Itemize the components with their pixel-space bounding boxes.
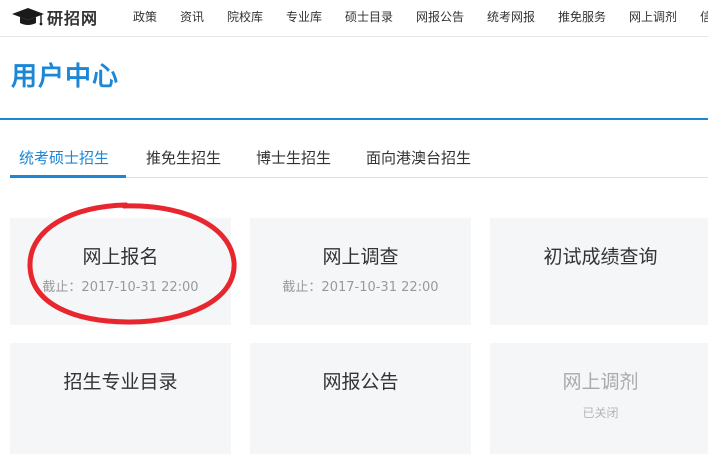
active-tab-indicator [10, 175, 126, 178]
nav-item-online-adjustment[interactable]: 网上调剂 [629, 9, 677, 25]
card-score-query[interactable]: 初试成绩查询 [490, 218, 708, 325]
site-name: 研招网 [47, 9, 99, 28]
card-title: 初试成绩查询 [543, 246, 658, 268]
tab-unified-master[interactable]: 统考硕士招生 [19, 148, 109, 168]
nav-item-master-catalog[interactable]: 硕士目录 [345, 9, 393, 25]
nav-item-unified-exam-registration[interactable]: 统考网报 [487, 9, 535, 25]
nav-item-news[interactable]: 资讯 [180, 9, 204, 25]
tab-hk-macao-taiwan[interactable]: 面向港澳台招生 [366, 148, 471, 168]
card-title: 网上调剂 [562, 371, 639, 393]
card-title: 网上报名 [82, 246, 159, 268]
card-deadline: 截止：2017-10-31 22:00 [282, 280, 439, 295]
nav-item-policy[interactable]: 政策 [133, 9, 157, 25]
card-deadline: 截止：2017-10-31 22:00 [42, 280, 199, 295]
card-online-registration[interactable]: 网上报名 截止：2017-10-31 22:00 [10, 218, 231, 325]
card-status: 已关闭 [582, 406, 619, 420]
tab-recommended[interactable]: 推免生招生 [146, 148, 221, 168]
nav-item-recommendation-service[interactable]: 推免服务 [558, 9, 606, 25]
title-divider [0, 118, 708, 120]
graduation-cap-icon [12, 8, 44, 26]
nav-item-school-library[interactable]: 院校库 [227, 9, 263, 25]
card-major-catalog[interactable]: 招生专业目录 [10, 343, 231, 454]
nav-item-registration-notice[interactable]: 网报公告 [416, 9, 464, 25]
top-nav-bar: 研招网 政策 资讯 院校库 专业库 硕士目录 网报公告 统考网报 推免服务 网上… [0, 0, 708, 37]
user-center-page: 研招网 政策 资讯 院校库 专业库 硕士目录 网报公告 统考网报 推免服务 网上… [0, 0, 708, 454]
card-online-adjustment: 网上调剂 已关闭 [490, 343, 708, 454]
nav-item-overflow[interactable]: 信 [700, 9, 708, 25]
tab-doctoral[interactable]: 博士生招生 [256, 148, 331, 168]
nav-item-major-library[interactable]: 专业库 [286, 9, 322, 25]
card-title: 网上调查 [322, 246, 399, 268]
card-registration-notice[interactable]: 网报公告 [250, 343, 471, 454]
site-logo[interactable]: 研招网 [11, 6, 98, 28]
card-title: 网报公告 [322, 371, 399, 393]
card-online-survey[interactable]: 网上调查 截止：2017-10-31 22:00 [250, 218, 471, 325]
page-title: 用户中心 [11, 62, 120, 92]
card-title: 招生专业目录 [63, 371, 178, 393]
